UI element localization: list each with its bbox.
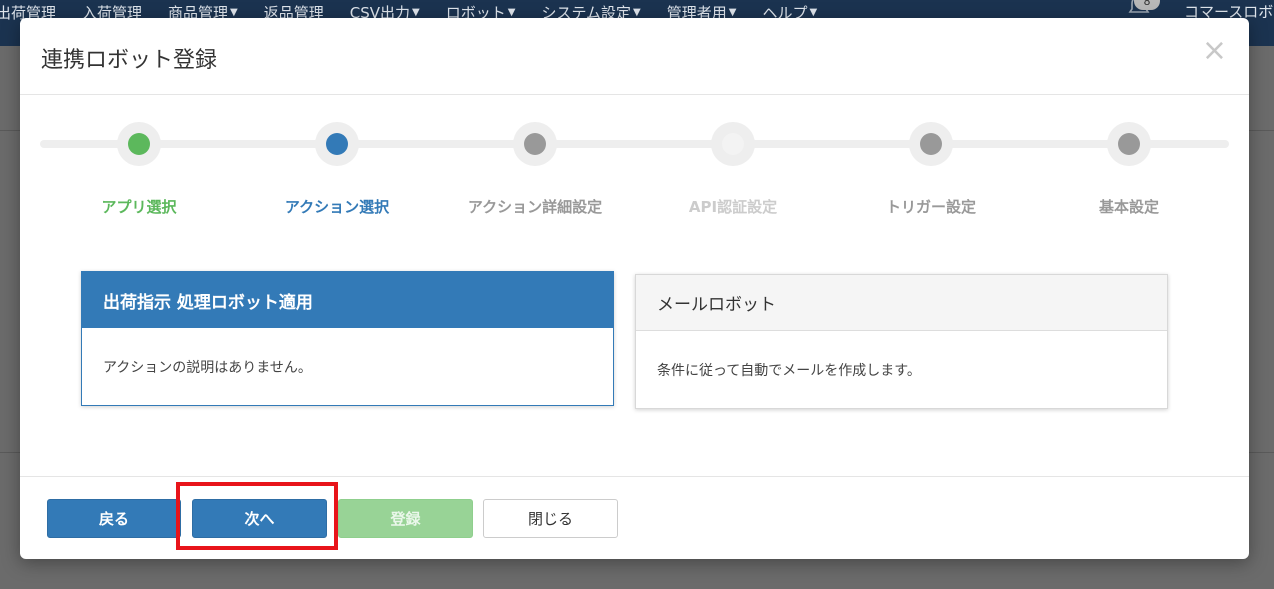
step-label: アクション選択 <box>284 198 390 216</box>
step-indicator <box>1107 122 1151 166</box>
action-card-title: 出荷指示 処理ロボット適用 <box>82 272 613 328</box>
modal-header: 連携ロボット登録 × <box>20 18 1249 95</box>
back-button[interactable]: 戻る <box>47 499 181 538</box>
wizard-stepper: アプリ選択 アクション選択 アクション詳細設定 API認証設定 トリガー設定 基本設定 <box>20 96 1249 236</box>
close-icon[interactable]: × <box>1202 36 1227 66</box>
caret-down-icon: ▼ <box>230 6 238 18</box>
step-label: アプリ選択 <box>101 198 177 216</box>
step-dot-icon <box>524 133 546 155</box>
step-dot-icon <box>722 133 744 155</box>
wizard-step: 基本設定 <box>1029 122 1229 217</box>
step-label: 基本設定 <box>1098 198 1159 216</box>
step-dot-icon <box>920 133 942 155</box>
step-indicator <box>711 122 755 166</box>
caret-down-icon: ▼ <box>633 6 641 18</box>
caret-down-icon: ▼ <box>412 6 420 18</box>
wizard-step: トリガー設定 <box>831 122 1031 217</box>
step-label: API認証設定 <box>688 198 778 216</box>
step-indicator <box>909 122 953 166</box>
next-button-highlight <box>176 482 338 550</box>
robot-registration-modal: 連携ロボット登録 × アプリ選択 アクション選択 アクション詳細設定 API認証設定 ト… <box>20 18 1249 559</box>
step-indicator <box>315 122 359 166</box>
wizard-step: アクション詳細設定 <box>435 122 635 217</box>
step-label: アクション詳細設定 <box>467 198 603 216</box>
caret-down-icon: ▼ <box>507 6 516 18</box>
action-card-mail[interactable]: メールロボット 条件に従って自動でメールを作成します。 <box>635 274 1168 409</box>
caret-down-icon: ▼ <box>809 6 818 18</box>
action-card-description: アクションの説明はありません。 <box>103 359 312 376</box>
wizard-step: API認証設定 <box>633 122 833 217</box>
action-card-shipping[interactable]: 出荷指示 処理ロボット適用 アクションの説明はありません。 <box>81 271 614 406</box>
step-indicator <box>513 122 557 166</box>
action-card-title: メールロボット <box>636 275 1167 331</box>
close-button[interactable]: 閉じる <box>483 499 618 538</box>
step-dot-icon <box>326 133 348 155</box>
caret-down-icon: ▼ <box>728 6 737 18</box>
wizard-step: アクション選択 <box>237 122 437 217</box>
register-button[interactable]: 登録 <box>338 499 473 538</box>
wizard-step: アプリ選択 <box>39 122 239 217</box>
step-indicator <box>117 122 161 166</box>
modal-title: 連携ロボット登録 <box>41 48 218 73</box>
step-dot-icon <box>1118 133 1140 155</box>
action-card-description: 条件に従って自動でメールを作成します。 <box>657 363 921 379</box>
step-dot-icon <box>128 133 150 155</box>
step-label: トリガー設定 <box>885 198 976 216</box>
